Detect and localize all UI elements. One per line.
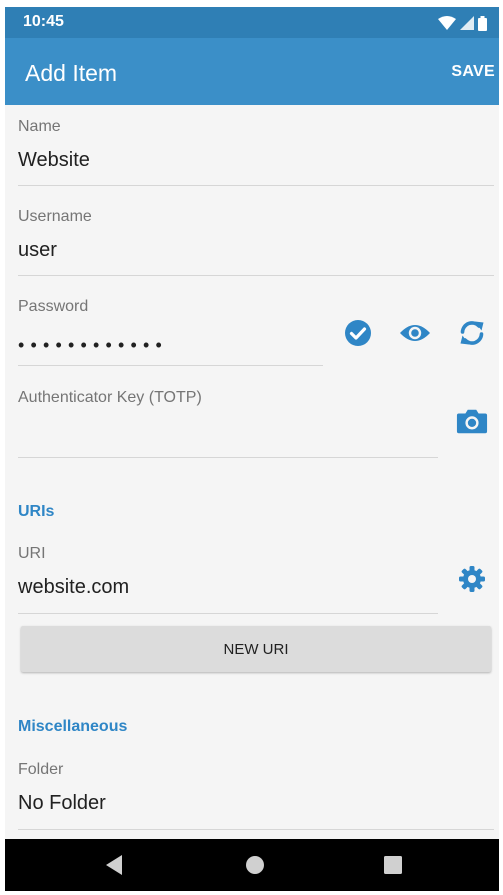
signal-icon xyxy=(460,16,474,30)
folder-select[interactable]: No Folder xyxy=(18,792,106,815)
password-underline xyxy=(18,365,323,366)
app-screen: 10:45 Add Item SAVE Name Website Usernam… xyxy=(5,7,499,891)
folder-label: Folder xyxy=(18,761,64,778)
uri-underline xyxy=(18,613,438,614)
check-circle-icon xyxy=(345,320,371,346)
status-time: 10:45 xyxy=(23,13,64,30)
uri-field[interactable]: website.com xyxy=(18,576,129,599)
nav-recents-button[interactable] xyxy=(381,853,405,877)
password-field[interactable]: •••••••••••• xyxy=(18,335,168,356)
password-label: Password xyxy=(18,298,89,315)
eye-icon xyxy=(400,325,430,341)
new-uri-button[interactable]: NEW URI xyxy=(21,626,491,672)
camera-icon xyxy=(456,409,488,434)
wifi-icon xyxy=(438,16,456,30)
username-underline xyxy=(18,275,494,276)
page-title: Add Item xyxy=(25,60,118,86)
username-label: Username xyxy=(18,208,92,225)
uri-label: URI xyxy=(18,545,46,562)
scan-totp-button[interactable] xyxy=(456,405,488,437)
nav-back-button[interactable] xyxy=(102,853,126,877)
totp-underline xyxy=(18,457,438,458)
system-nav-bar xyxy=(5,839,499,891)
generate-password-button[interactable] xyxy=(456,317,488,349)
home-circle-icon xyxy=(246,856,264,874)
check-password-button[interactable] xyxy=(342,317,374,349)
name-field[interactable]: Website xyxy=(18,149,90,172)
gear-icon xyxy=(459,566,485,592)
username-field[interactable]: user xyxy=(18,239,57,262)
status-icons xyxy=(438,14,487,32)
save-button[interactable]: SAVE xyxy=(451,63,495,81)
name-label: Name xyxy=(18,118,61,135)
recents-square-icon xyxy=(384,856,402,874)
status-bar: 10:45 xyxy=(5,7,499,38)
app-bar: Add Item SAVE xyxy=(5,38,499,105)
folder-underline xyxy=(18,829,494,830)
refresh-icon xyxy=(460,321,484,345)
battery-icon xyxy=(478,15,487,31)
misc-section-title: Miscellaneous xyxy=(18,718,128,735)
nav-home-button[interactable] xyxy=(243,853,267,877)
uris-section-title: URIs xyxy=(18,503,55,520)
uri-options-button[interactable] xyxy=(456,563,488,595)
totp-label: Authenticator Key (TOTP) xyxy=(18,389,202,406)
toggle-visibility-button[interactable] xyxy=(399,317,431,349)
back-triangle-icon xyxy=(106,855,122,875)
name-underline xyxy=(18,185,494,186)
